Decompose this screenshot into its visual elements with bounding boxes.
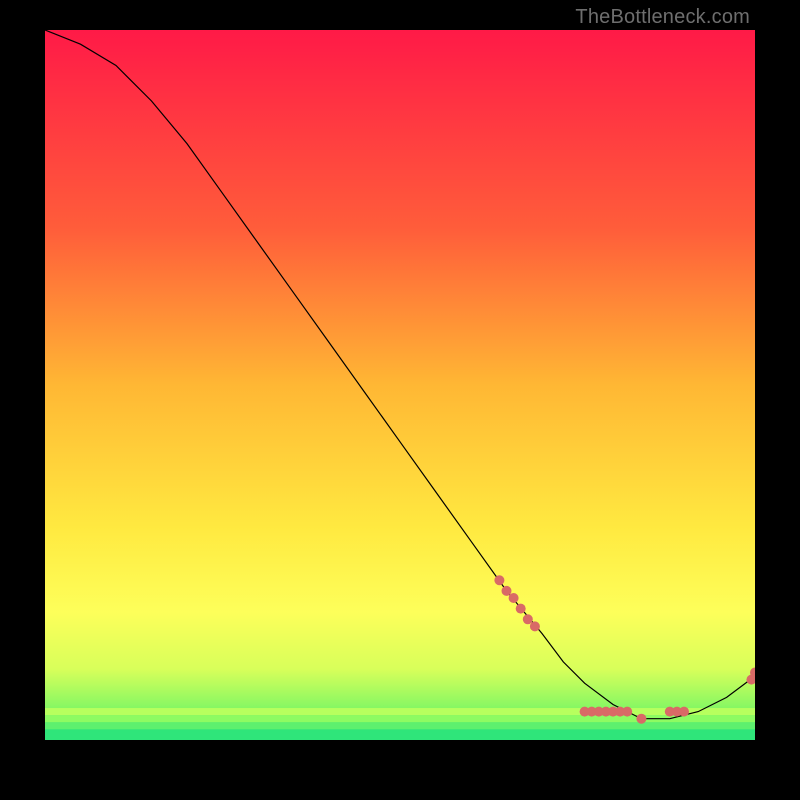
chart-frame: TheBottleneck.com [0,0,800,800]
plot-area [45,30,755,740]
chart-svg [45,30,755,740]
watermark-text: TheBottleneck.com [575,6,750,29]
